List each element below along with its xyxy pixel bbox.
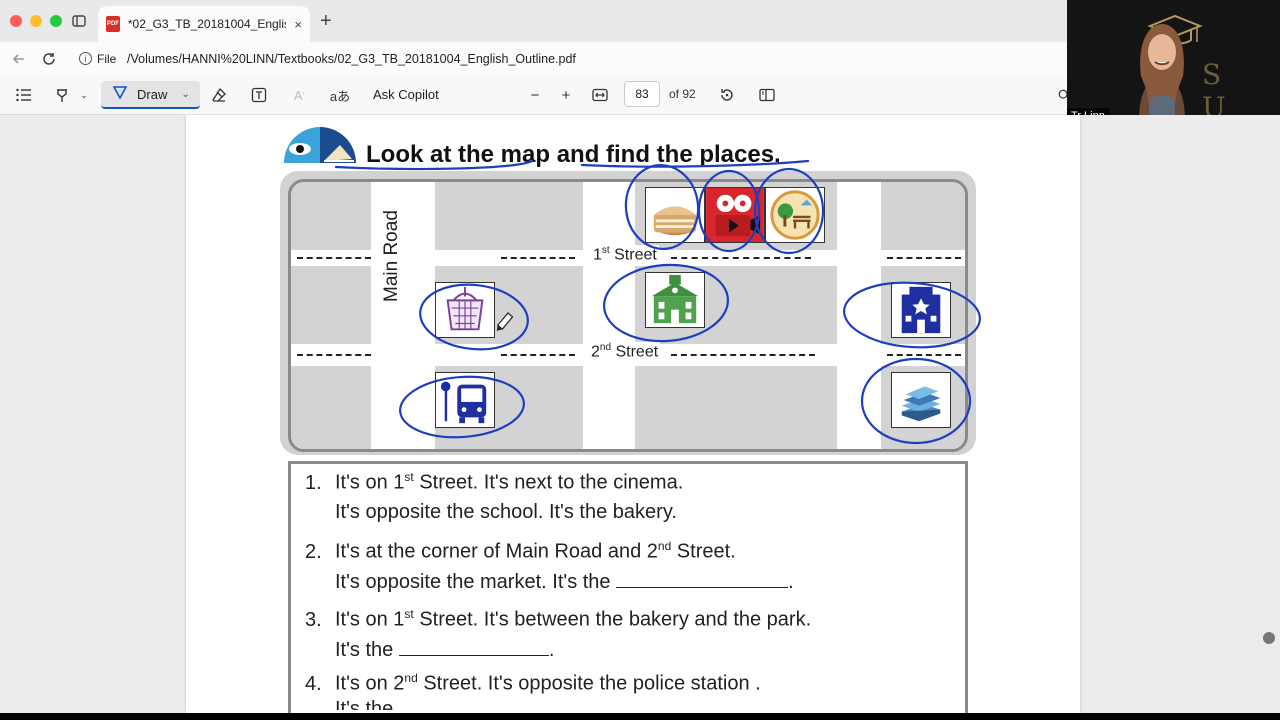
- bus-stop-icon: [435, 372, 495, 428]
- park-icon: [765, 187, 825, 243]
- page-view-icon[interactable]: [758, 85, 776, 105]
- search-icon[interactable]: [1058, 85, 1067, 105]
- pdf-page[interactable]: Look at the map and find the places. 1st…: [186, 115, 1080, 713]
- info-icon[interactable]: i: [79, 52, 92, 65]
- question-1-line-2: It's opposite the school. It's the baker…: [335, 501, 677, 523]
- highlight-icon[interactable]: [52, 85, 72, 105]
- pdf-icon: PDF: [106, 16, 120, 32]
- first-street-label: 1st Street: [591, 245, 659, 265]
- bakery-icon: [645, 187, 705, 243]
- draw-label: Draw: [137, 86, 168, 102]
- close-window-button[interactable]: [10, 15, 22, 27]
- question-3-line-1: 3. It's on 1st Street. It's between the b…: [305, 607, 812, 631]
- answer-blank-2[interactable]: [616, 570, 789, 588]
- scrollbar-thumb[interactable]: [1263, 632, 1275, 644]
- question-2-line-2: It's opposite the market. It's the .: [335, 570, 794, 593]
- city-map: 1st Street 2nd Street Main Road: [288, 179, 968, 452]
- question-4-line-2: It's the: [335, 698, 394, 710]
- pdf-viewer[interactable]: Look at the map and find the places. 1st…: [0, 115, 1280, 713]
- police-station-icon: [891, 282, 951, 338]
- zoom-out-button[interactable]: −: [527, 85, 543, 105]
- tab-pdf[interactable]: PDF *02_G3_TB_20181004_English_Outline.p…: [98, 6, 310, 42]
- answer-blank-3[interactable]: [398, 638, 549, 656]
- ask-copilot-button[interactable]: Ask Copilot: [373, 87, 439, 102]
- address-bar: i File /Volumes/HANNI%20LINN/Textbooks/0…: [0, 42, 1067, 75]
- text-format-icon[interactable]: Aʹ: [289, 85, 309, 105]
- minimize-window-button[interactable]: [30, 15, 42, 27]
- fit-width-icon[interactable]: [591, 85, 609, 105]
- tab-bar: PDF *02_G3_TB_20181004_English_Outline.p…: [0, 0, 1067, 42]
- school-icon: [645, 272, 705, 328]
- page-total: of 92: [669, 87, 696, 101]
- question-3-line-2: It's the .: [335, 638, 555, 661]
- draw-chevron-icon[interactable]: ⌄: [181, 89, 189, 100]
- library-icon: [891, 372, 951, 428]
- rotate-icon[interactable]: [718, 85, 736, 105]
- read-aloud-icon[interactable]: aあ: [327, 85, 353, 105]
- zoom-in-button[interactable]: +: [558, 85, 574, 105]
- back-arrow-icon[interactable]: [8, 48, 30, 70]
- question-4-line-1: 4. It's on 2nd Street. It's opposite the …: [305, 671, 761, 695]
- tab-close-icon[interactable]: ×: [294, 17, 302, 32]
- page-number-input[interactable]: 83: [624, 81, 660, 107]
- look-eye-icon: [284, 127, 356, 163]
- new-tab-button[interactable]: +: [320, 10, 332, 33]
- maximize-window-button[interactable]: [50, 15, 62, 27]
- second-street-label: 2nd Street: [589, 342, 661, 362]
- webcam-person-avatar: [1139, 24, 1185, 124]
- questions-box: 1. It's on 1st Street. It's next to the c…: [288, 461, 968, 713]
- browser-window: PDF *02_G3_TB_20181004_English_Outline.p…: [0, 0, 1067, 115]
- question-1-line-1: 1. It's on 1st Street. It's next to the c…: [305, 470, 684, 494]
- question-2-line-1: 2. It's at the corner of Main Road and 2n…: [305, 539, 736, 563]
- add-text-icon[interactable]: [249, 85, 269, 105]
- tab-title: *02_G3_TB_20181004_English_Outline.pdf: [127, 17, 287, 31]
- cinema-icon: [705, 187, 765, 243]
- webcam-overlay: S U Tr Linn: [1067, 0, 1280, 124]
- reload-icon[interactable]: [38, 48, 60, 70]
- contents-list-icon[interactable]: [14, 85, 34, 105]
- pdf-toolbar: ⌄ Draw ⌄ Aʹ aあ Ask Copilot − + 83 of 92: [0, 75, 1067, 115]
- page-title: Look at the map and find the places.: [366, 141, 781, 168]
- bottom-edge: [0, 713, 1280, 720]
- url-field[interactable]: /Volumes/HANNI%20LINN/Textbooks/02_G3_TB…: [127, 52, 576, 66]
- tab-strip-icon[interactable]: [70, 12, 88, 30]
- address-prefix: File: [97, 52, 117, 66]
- eraser-icon[interactable]: [209, 85, 229, 105]
- draw-button[interactable]: Draw ⌄: [101, 81, 200, 109]
- main-road-label: Main Road: [381, 210, 402, 302]
- draw-pen-icon: [112, 85, 128, 103]
- market-icon: [435, 282, 495, 338]
- highlight-chevron-icon[interactable]: ⌄: [78, 85, 90, 105]
